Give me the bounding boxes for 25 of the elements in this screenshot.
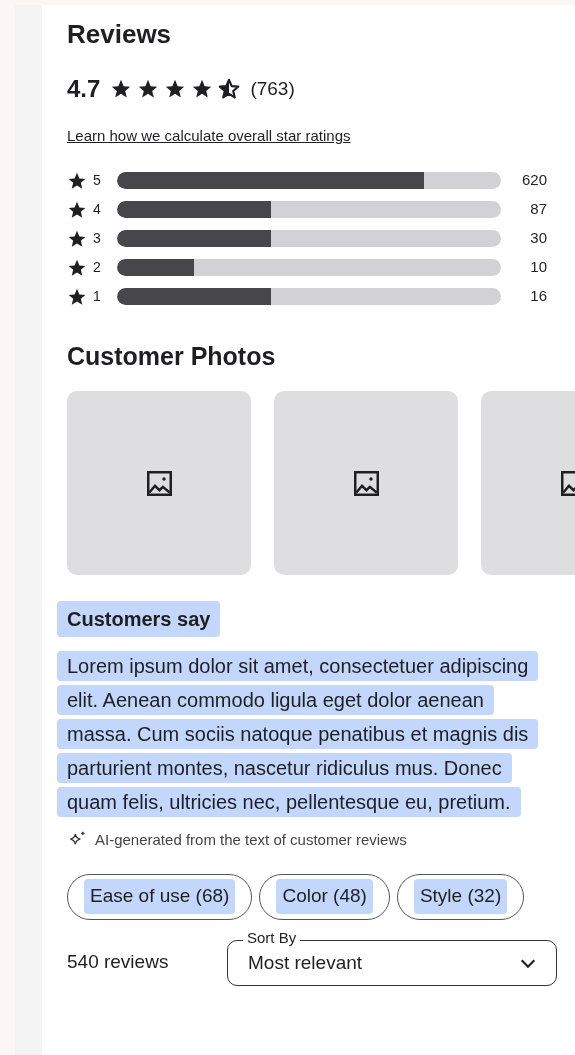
star-level-label: 4 xyxy=(92,200,102,219)
summary-title: Customers say xyxy=(57,601,221,637)
rating-count: 87 xyxy=(529,199,547,220)
rating-count: 10 xyxy=(529,257,547,278)
star-level-label: 5 xyxy=(92,171,102,190)
image-icon xyxy=(352,469,380,497)
star-level-label: 2 xyxy=(92,258,102,277)
photo-placeholder[interactable] xyxy=(274,391,458,575)
review-total: (763) xyxy=(250,76,295,101)
sort-value: Most relevant xyxy=(248,951,363,976)
ai-note: AI-generated from the text of customer reviews xyxy=(95,830,407,850)
learn-link[interactable]: Learn how we calculate overall star ratings xyxy=(67,125,351,148)
rating-count: 620 xyxy=(520,170,547,191)
star-icon xyxy=(218,78,241,100)
chevron-down-icon xyxy=(520,959,536,968)
review-count: 540 reviews xyxy=(67,950,170,975)
image-icon xyxy=(145,469,173,497)
star-level-label: 1 xyxy=(92,287,102,306)
section-title: Reviews xyxy=(67,18,173,51)
rating-count: 30 xyxy=(529,228,547,249)
photo-placeholder[interactable] xyxy=(67,391,251,575)
rating-count: 16 xyxy=(529,286,547,307)
rating-score: 4.7 xyxy=(67,74,101,104)
section-title: Customer Photos xyxy=(67,340,277,372)
star-level-label: 3 xyxy=(92,229,102,248)
